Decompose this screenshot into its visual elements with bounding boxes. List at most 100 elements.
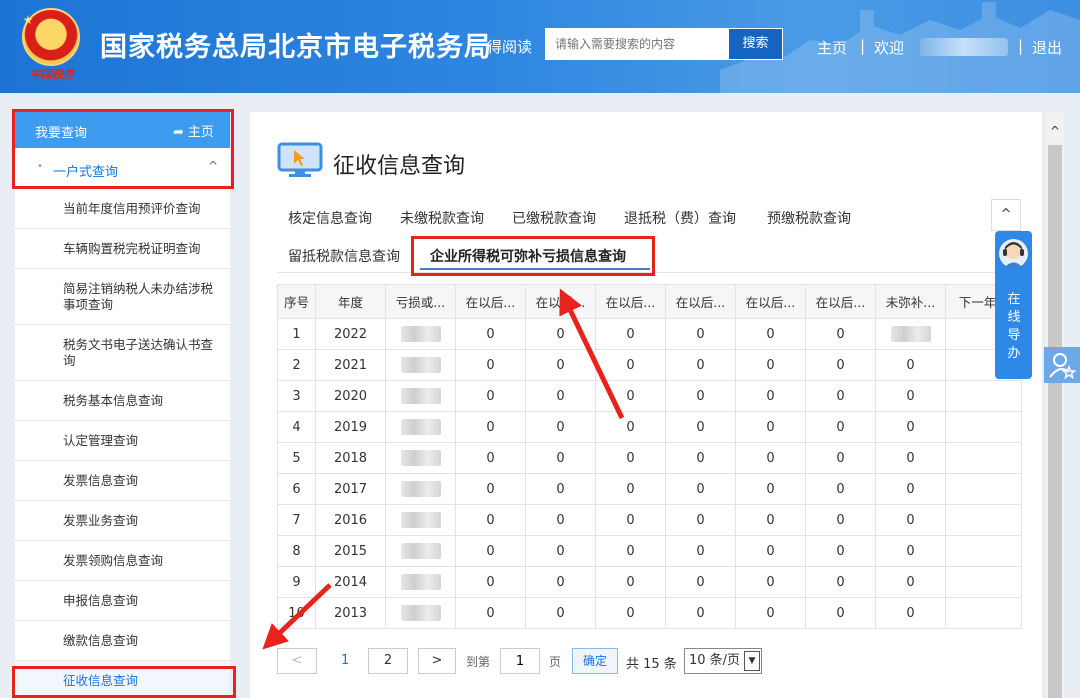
read-link[interactable]: 得阅读 xyxy=(487,36,532,57)
value-cell: 0 xyxy=(525,473,596,505)
table-row: 7 2016 0 0 0 0 0 0 0 xyxy=(277,504,1022,536)
tab-prepaid-tax[interactable]: 预缴税款查询 xyxy=(767,208,851,228)
site-title: 国家税务总局北京市电子税务局 xyxy=(100,32,492,63)
column-header: 在以后... xyxy=(525,284,596,319)
sidebar-item-credit-evaluation[interactable]: 当前年度信用预评价查询 xyxy=(15,189,230,229)
goto-page-input[interactable] xyxy=(500,648,540,674)
search-button[interactable]: 搜索 xyxy=(728,28,783,60)
tab-retained-credit[interactable]: 留抵税款信息查询 xyxy=(288,246,400,266)
year-cell: 2016 xyxy=(315,504,386,536)
search-input[interactable] xyxy=(545,28,728,60)
value-cell: 0 xyxy=(595,535,666,567)
value-cell: 0 xyxy=(805,349,876,381)
bullet-icon: • xyxy=(37,161,43,172)
value-cell: 0 xyxy=(875,349,946,381)
redacted-amount-cell xyxy=(385,349,456,381)
sidebar-item-e-delivery-confirmation[interactable]: 税务文书电子送达确认书查询 xyxy=(15,325,230,381)
empty-cell xyxy=(945,597,1022,629)
column-header: 年度 xyxy=(315,284,386,319)
column-header: 亏损或... xyxy=(385,284,456,319)
tab-paid-tax[interactable]: 已缴税款查询 xyxy=(512,208,596,228)
column-header: 在以后... xyxy=(735,284,806,319)
value-cell: 0 xyxy=(735,349,806,381)
sidebar-item-accreditation[interactable]: 认定管理查询 xyxy=(15,421,230,461)
redacted-value xyxy=(400,543,441,559)
tab-unpaid-tax[interactable]: 未缴税款查询 xyxy=(400,208,484,228)
goto-label: 到第 xyxy=(466,655,491,669)
row-number-cell: 9 xyxy=(277,566,316,598)
value-cell: 0 xyxy=(875,597,946,629)
page-1-link[interactable]: 1 xyxy=(341,653,349,668)
tab-assessment-info[interactable]: 核定信息查询 xyxy=(288,208,372,228)
redacted-amount-cell xyxy=(875,318,946,350)
sidebar-group-one-stop-query[interactable]: • 一户式查询 ^ xyxy=(15,148,230,188)
tabs-divider xyxy=(277,272,1021,273)
value-cell: 0 xyxy=(665,535,736,567)
value-cell: 0 xyxy=(805,566,876,598)
sidebar-item-declaration[interactable]: 申报信息查询 xyxy=(15,581,230,621)
row-number-cell: 3 xyxy=(277,380,316,412)
value-cell: 0 xyxy=(525,318,596,350)
scrollbar-thumb[interactable] xyxy=(1048,145,1062,698)
value-cell: 0 xyxy=(665,380,736,412)
user-star-icon[interactable] xyxy=(1044,347,1080,383)
redacted-amount-cell xyxy=(385,535,456,567)
nav-home-link[interactable]: 主页 xyxy=(817,37,847,58)
table-row: 6 2017 0 0 0 0 0 0 0 xyxy=(277,473,1022,505)
row-number-cell: 8 xyxy=(277,535,316,567)
row-number-cell: 2 xyxy=(277,349,316,381)
value-cell: 0 xyxy=(805,597,876,629)
nav-separator: | xyxy=(1018,37,1024,55)
value-cell: 0 xyxy=(805,411,876,443)
value-cell: 0 xyxy=(525,504,596,536)
empty-cell xyxy=(945,504,1022,536)
goto-confirm-button[interactable]: 确定 xyxy=(572,648,618,674)
value-cell: 0 xyxy=(455,535,526,567)
page-size-select[interactable]: 10 条/页 ▼ xyxy=(684,648,762,674)
value-cell: 0 xyxy=(595,411,666,443)
value-cell: 0 xyxy=(805,535,876,567)
sidebar-item-vehicle-tax-certificate[interactable]: 车辆购置税完税证明查询 xyxy=(15,229,230,269)
prev-page-button[interactable]: < xyxy=(277,648,317,674)
value-cell: 0 xyxy=(455,442,526,474)
value-cell: 0 xyxy=(665,349,736,381)
value-cell: 0 xyxy=(455,566,526,598)
row-number-cell: 7 xyxy=(277,504,316,536)
redacted-value xyxy=(400,388,441,404)
scroll-up-arrow-icon[interactable]: ^ xyxy=(1046,124,1064,140)
empty-cell xyxy=(945,411,1022,443)
sidebar-item-invoice-purchase[interactable]: 发票领购信息查询 xyxy=(15,541,230,581)
sidebar-item-simple-deregistration[interactable]: 简易注销纳税人未办结涉税事项查询 xyxy=(15,269,230,325)
value-cell: 0 xyxy=(805,380,876,412)
value-cell: 0 xyxy=(595,473,666,505)
page-title: 征收信息查询 xyxy=(333,154,466,179)
logout-link[interactable]: 退出 xyxy=(1032,37,1062,58)
site-header: ★ 中国税务 国家税务总局北京市电子税务局 得阅读 搜索 主页 | 欢迎 | 退… xyxy=(0,0,1080,93)
sidebar-item-invoice-info[interactable]: 发票信息查询 xyxy=(15,461,230,501)
page-2-button[interactable]: 2 xyxy=(368,648,408,674)
sidebar-item-basic-info[interactable]: 税务基本信息查询 xyxy=(15,381,230,421)
empty-cell xyxy=(945,535,1022,567)
redacted-value xyxy=(400,450,441,466)
tab-loss-carryforward[interactable]: 企业所得税可弥补亏损信息查询 xyxy=(430,246,626,266)
value-cell: 0 xyxy=(665,597,736,629)
value-cell: 0 xyxy=(525,349,596,381)
sidebar-item-invoice-business[interactable]: 发票业务查询 xyxy=(15,501,230,541)
tab-refund-tax[interactable]: 退抵税（费）查询 xyxy=(624,208,736,228)
sidebar-item-collection[interactable]: 征收信息查询 xyxy=(15,661,230,698)
year-cell: 2017 xyxy=(315,473,386,505)
page-size-value: 10 条/页 xyxy=(689,653,741,668)
value-cell: 0 xyxy=(805,318,876,350)
total-count: 共 15 条 xyxy=(626,657,677,672)
back-to-top-button[interactable]: ^ xyxy=(991,199,1021,231)
active-tab-indicator xyxy=(420,268,650,270)
redacted-amount-cell xyxy=(385,597,456,629)
redacted-amount-cell xyxy=(385,318,456,350)
nav-welcome-text: 欢迎 xyxy=(874,39,905,57)
sidebar-item-payment[interactable]: 缴款信息查询 xyxy=(15,621,230,661)
sidebar-home-link[interactable]: ➦ 主页 xyxy=(173,121,214,140)
online-help-widget[interactable]: 在线导办 xyxy=(995,231,1032,379)
table-row: 3 2020 0 0 0 0 0 0 0 xyxy=(277,380,1022,412)
year-cell: 2021 xyxy=(315,349,386,381)
next-page-button[interactable]: > xyxy=(418,648,456,674)
